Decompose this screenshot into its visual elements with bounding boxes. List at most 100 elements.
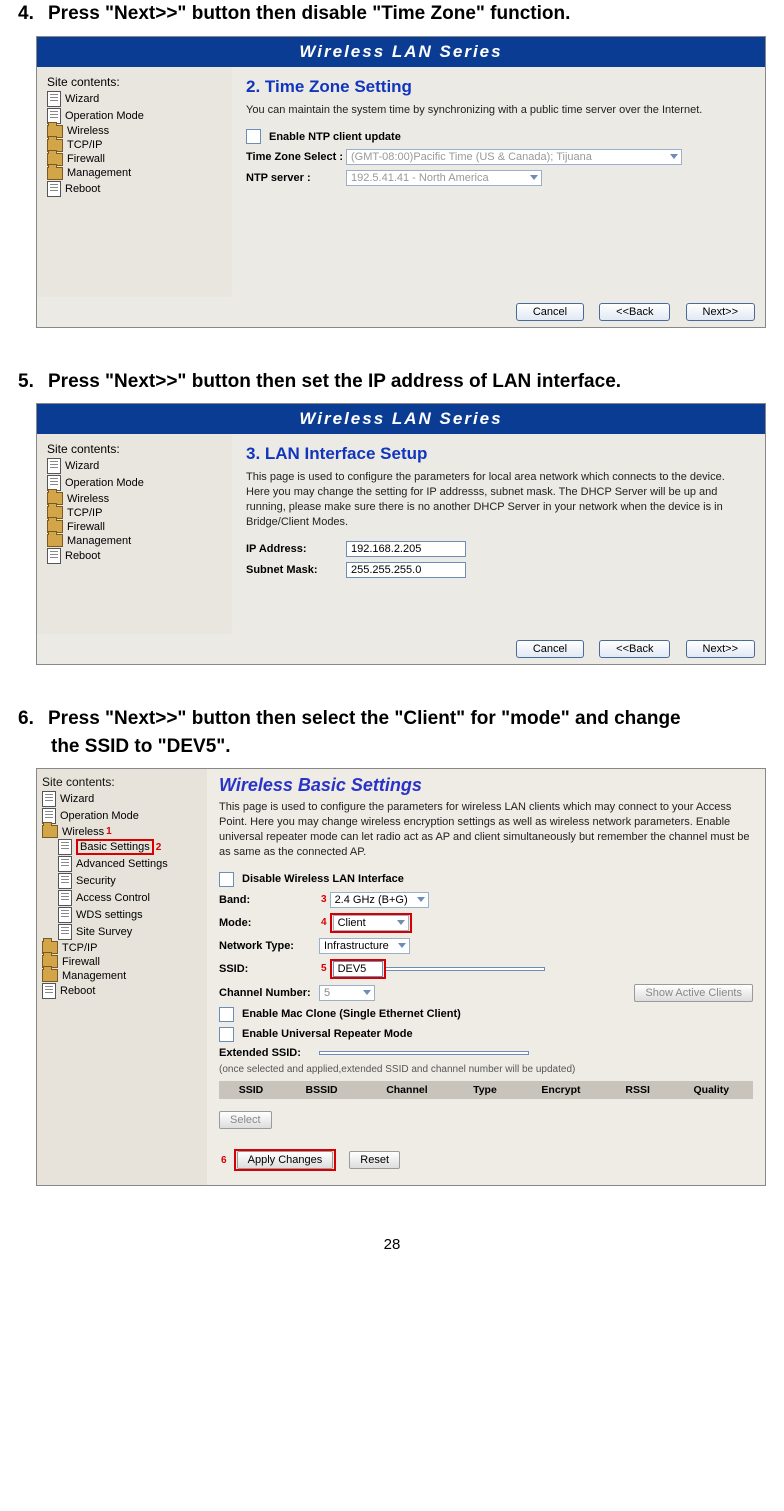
callout-6: 6: [221, 1155, 227, 1166]
band-select[interactable]: 2.4 GHz (B+G): [330, 892, 429, 908]
ssid-label: SSID:: [219, 963, 319, 975]
nav-site-survey[interactable]: Site Survey: [58, 924, 202, 940]
col-encrypt: Encrypt: [516, 1081, 605, 1099]
doc-icon: [58, 907, 72, 923]
sidebar-heading: Site contents:: [42, 775, 202, 789]
back-button[interactable]: <<Back: [599, 303, 670, 321]
cancel-button[interactable]: Cancel: [516, 640, 584, 658]
col-channel: Channel: [360, 1081, 454, 1099]
nav-wireless[interactable]: Wireless: [47, 492, 226, 505]
ntpserver-label: NTP server :: [246, 172, 346, 184]
nav-access-control[interactable]: Access Control: [58, 890, 202, 906]
col-type: Type: [454, 1081, 517, 1099]
ssid-input[interactable]: DEV5: [333, 961, 383, 977]
sidebar-heading: Site contents:: [47, 75, 226, 89]
doc-icon: [58, 890, 72, 906]
ntp-enable-checkbox[interactable]: [246, 129, 261, 144]
step6-number: 6.: [18, 705, 48, 733]
sidebar-heading: Site contents:: [47, 442, 226, 456]
mode-select[interactable]: Client: [333, 915, 409, 931]
nav-opmode[interactable]: Operation Mode: [42, 808, 202, 824]
section-description: This page is used to configure the param…: [219, 800, 753, 859]
folder-icon: [42, 825, 58, 838]
show-clients-button[interactable]: Show Active Clients: [634, 984, 753, 1002]
nav-tcpip[interactable]: TCP/IP: [47, 506, 226, 519]
nav-management[interactable]: Management: [42, 969, 202, 982]
doc-icon: [47, 91, 61, 107]
macclone-checkbox[interactable]: [219, 1007, 234, 1022]
nav-wizard[interactable]: Wizard: [47, 91, 226, 107]
next-button[interactable]: Next>>: [686, 640, 755, 658]
screenshot-lan: Wireless LAN Series Site contents: Wizar…: [36, 403, 766, 665]
ip-input[interactable]: 192.168.2.205: [346, 541, 466, 557]
nav-firewall[interactable]: Firewall: [42, 955, 202, 968]
nav-opmode[interactable]: Operation Mode: [47, 108, 226, 124]
step6-text-a: Press "Next>>" button then select the "C…: [48, 708, 681, 729]
doc-icon: [47, 181, 61, 197]
nav-firewall[interactable]: Firewall: [47, 153, 226, 166]
nav-management[interactable]: Management: [47, 534, 226, 547]
step6-text-b: the SSID to "DEV5".: [18, 733, 766, 761]
urepeater-checkbox[interactable]: [219, 1027, 234, 1042]
reset-button[interactable]: Reset: [349, 1151, 400, 1169]
cancel-button[interactable]: Cancel: [516, 303, 584, 321]
nav-wireless[interactable]: Wireless1: [42, 825, 202, 838]
nav-basic-settings[interactable]: Basic Settings2: [58, 839, 202, 855]
callout-4: 4: [321, 917, 327, 928]
callout-1: 1: [106, 826, 112, 837]
macclone-label: Enable Mac Clone (Single Ethernet Client…: [242, 1008, 461, 1020]
nav-reboot[interactable]: Reboot: [42, 983, 202, 999]
nav-reboot[interactable]: Reboot: [47, 548, 226, 564]
nav-wizard[interactable]: Wizard: [42, 791, 202, 807]
ext-ssid-input[interactable]: [319, 1051, 529, 1055]
section-description: This page is used to configure the param…: [246, 470, 751, 529]
page-number: 28: [18, 1236, 766, 1253]
button-row: Cancel <<Back Next>>: [37, 297, 765, 327]
nav-advanced[interactable]: Advanced Settings: [58, 856, 202, 872]
disable-wlan-label: Disable Wireless LAN Interface: [242, 873, 404, 885]
step5-number: 5.: [18, 368, 48, 396]
folder-icon: [47, 534, 63, 547]
step4-text: Press "Next>>" button then disable "Time…: [48, 3, 570, 24]
ext-ssid-note: (once selected and applied,extended SSID…: [219, 1064, 753, 1075]
callout-2: 2: [156, 842, 162, 853]
disable-wlan-checkbox[interactable]: [219, 872, 234, 887]
folder-icon: [42, 969, 58, 982]
sidebar: Site contents: Wizard Operation Mode Wir…: [37, 434, 232, 634]
window-title: Wireless LAN Series: [37, 404, 765, 434]
ip-label: IP Address:: [246, 543, 346, 555]
folder-icon: [47, 167, 63, 180]
nav-management[interactable]: Management: [47, 167, 226, 180]
select-button[interactable]: Select: [219, 1111, 272, 1129]
doc-icon: [42, 791, 56, 807]
step5-text: Press "Next>>" button then set the IP ad…: [48, 371, 621, 392]
nav-security[interactable]: Security: [58, 873, 202, 889]
apply-button[interactable]: Apply Changes: [237, 1151, 334, 1169]
nav-wireless[interactable]: Wireless: [47, 125, 226, 138]
timezone-select[interactable]: (GMT-08:00)Pacific Time (US & Canada); T…: [346, 149, 682, 165]
next-button[interactable]: Next>>: [686, 303, 755, 321]
section-title: 2. Time Zone Setting: [246, 77, 751, 97]
nav-tcpip[interactable]: TCP/IP: [47, 139, 226, 152]
col-bssid: BSSID: [283, 1081, 360, 1099]
callout-3: 3: [321, 894, 327, 905]
channel-select[interactable]: 5: [319, 985, 375, 1001]
col-ssid: SSID: [219, 1081, 283, 1099]
ssid-input-ext[interactable]: [386, 967, 545, 971]
nav-opmode[interactable]: Operation Mode: [47, 475, 226, 491]
back-button[interactable]: <<Back: [599, 640, 670, 658]
sidebar: Site contents: Wizard Operation Mode Wir…: [37, 67, 232, 297]
ntpserver-select[interactable]: 192.5.41.41 - North America: [346, 170, 542, 186]
doc-icon: [42, 983, 56, 999]
nav-wizard[interactable]: Wizard: [47, 458, 226, 474]
col-rssi: RSSI: [606, 1081, 670, 1099]
nav-firewall[interactable]: Firewall: [47, 520, 226, 533]
doc-icon: [47, 548, 61, 564]
nav-reboot[interactable]: Reboot: [47, 181, 226, 197]
ext-ssid-label: Extended SSID:: [219, 1047, 319, 1059]
network-type-select[interactable]: Infrastructure: [319, 938, 410, 954]
nav-tcpip[interactable]: TCP/IP: [42, 941, 202, 954]
step4-number: 4.: [18, 0, 48, 28]
nav-wds[interactable]: WDS settings: [58, 907, 202, 923]
subnet-input[interactable]: 255.255.255.0: [346, 562, 466, 578]
